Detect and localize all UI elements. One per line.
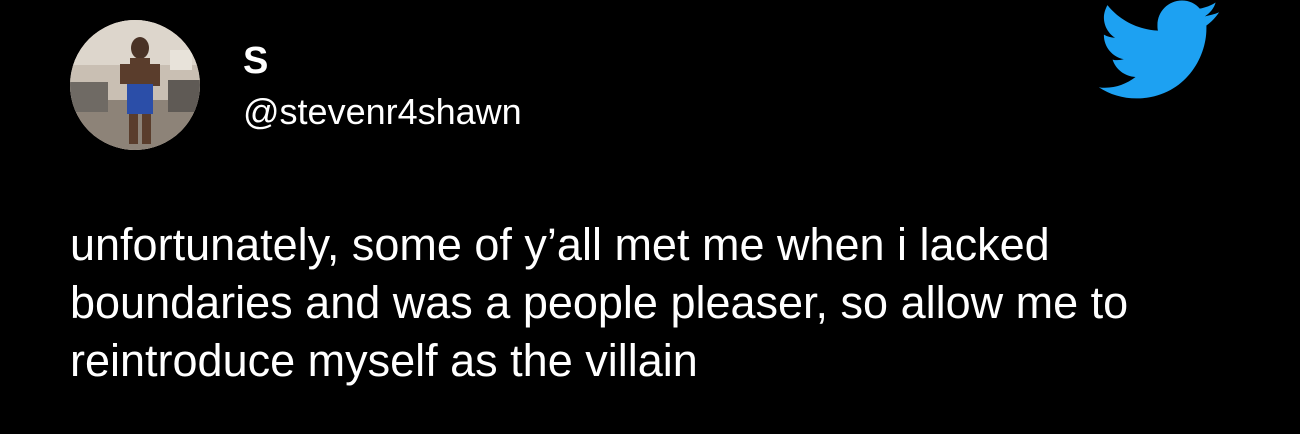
tweet-text: unfortunately, some of y’all met me when…: [70, 219, 1129, 386]
user-handle[interactable]: @stevenr4shawn: [243, 90, 522, 134]
twitter-bird-icon: [1098, 0, 1222, 102]
avatar[interactable]: [70, 20, 200, 150]
display-name[interactable]: S: [243, 38, 268, 84]
tweet-card: S @stevenr4shawn unfortunately, some of …: [0, 0, 1300, 434]
avatar-photo: [70, 20, 200, 150]
